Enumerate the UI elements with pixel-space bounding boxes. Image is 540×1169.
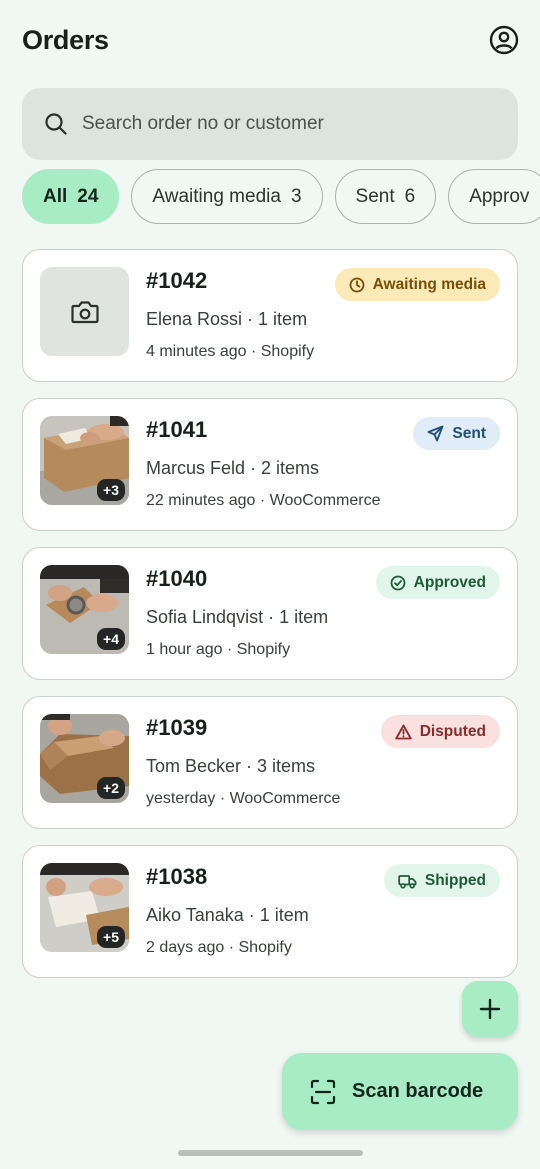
filter-chip-label: All bbox=[43, 185, 68, 207]
order-customer: Sofia Lindqvist · 1 item bbox=[146, 607, 329, 627]
filter-chip-label: Approv bbox=[469, 185, 530, 207]
order-meta: 1 hour ago · Shopify bbox=[146, 641, 291, 658]
order-number: #1040 bbox=[146, 566, 208, 591]
order-card[interactable]: +2 #1039 Tom Becker · 3 items yesterday … bbox=[22, 696, 518, 829]
status-badge: Shipped bbox=[383, 864, 500, 897]
order-photo[interactable]: +5 bbox=[40, 863, 129, 952]
account-circle-icon bbox=[489, 25, 519, 55]
scan-barcode-label: Scan barcode bbox=[352, 1080, 484, 1102]
warning-icon bbox=[394, 724, 412, 739]
order-card[interactable]: #1042 Elena Rossi · 1 item 4 minutes ago… bbox=[22, 249, 518, 382]
home-indicator[interactable] bbox=[178, 1150, 363, 1156]
order-number: #1038 bbox=[146, 864, 208, 889]
truck-icon bbox=[398, 874, 417, 889]
status-label: Shipped bbox=[424, 871, 486, 889]
search-icon bbox=[45, 113, 67, 135]
order-photo[interactable]: +4 bbox=[40, 565, 129, 654]
photo-placeholder[interactable] bbox=[40, 267, 129, 356]
status-label: Awaiting media bbox=[372, 275, 486, 293]
order-customer: Marcus Feld · 2 items bbox=[146, 458, 320, 478]
order-number: #1042 bbox=[146, 268, 208, 293]
account-button[interactable] bbox=[488, 24, 520, 56]
barcode-scan-icon bbox=[310, 1079, 336, 1104]
status-filter-chips: All 24 Awaiting media 3 Sent 6 Approv bbox=[22, 169, 540, 225]
order-meta: 22 minutes ago · WooCommerce bbox=[146, 492, 381, 509]
check-circle-icon bbox=[390, 575, 406, 590]
order-photo[interactable]: +3 bbox=[40, 416, 129, 505]
clock-icon bbox=[349, 277, 364, 292]
filter-chip-count: 6 bbox=[404, 185, 416, 207]
extra-photos-badge: +4 bbox=[97, 628, 125, 650]
filter-chip-sent[interactable]: Sent 6 bbox=[334, 169, 437, 224]
orders-screen: Orders All 24 Awaiting media 3 Sent 6 bbox=[0, 0, 540, 1169]
status-badge: Sent bbox=[413, 417, 500, 450]
order-number: #1039 bbox=[146, 715, 208, 740]
page-title: Orders bbox=[22, 24, 109, 55]
status-badge: Disputed bbox=[380, 715, 500, 748]
scan-barcode-button[interactable]: Scan barcode bbox=[282, 1053, 518, 1130]
order-photo[interactable]: +2 bbox=[40, 714, 129, 803]
app-header: Orders bbox=[22, 20, 520, 60]
order-number: #1041 bbox=[146, 417, 208, 442]
order-customer: Tom Becker · 3 items bbox=[146, 756, 316, 776]
order-customer: Elena Rossi · 1 item bbox=[146, 309, 308, 329]
status-label: Disputed bbox=[419, 722, 486, 740]
filter-chip-all[interactable]: All 24 bbox=[22, 169, 120, 224]
order-card[interactable]: +3 #1041 Marcus Feld · 2 items 22 minute… bbox=[22, 398, 518, 531]
filter-chip-count: 3 bbox=[290, 185, 302, 207]
filter-chip-awaiting-media[interactable]: Awaiting media 3 bbox=[131, 169, 323, 224]
status-badge: Awaiting media bbox=[334, 268, 500, 301]
order-card[interactable]: +4 #1040 Sofia Lindqvist · 1 item 1 hour… bbox=[22, 547, 518, 680]
extra-photos-badge: +3 bbox=[97, 479, 125, 501]
send-icon bbox=[428, 425, 444, 442]
status-label: Sent bbox=[452, 424, 486, 442]
filter-chip-approved[interactable]: Approv bbox=[448, 169, 540, 224]
order-meta: yesterday · WooCommerce bbox=[146, 790, 341, 807]
search-bar[interactable] bbox=[22, 88, 518, 160]
search-input[interactable] bbox=[82, 113, 482, 135]
extra-photos-badge: +2 bbox=[97, 777, 125, 799]
order-meta: 4 minutes ago · Shopify bbox=[146, 343, 315, 360]
order-meta: 2 days ago · Shopify bbox=[146, 939, 292, 956]
camera-icon bbox=[70, 300, 99, 323]
extra-photos-badge: +5 bbox=[97, 926, 125, 948]
status-label: Approved bbox=[413, 573, 486, 591]
filter-chip-count: 24 bbox=[77, 185, 99, 207]
plus-icon bbox=[479, 998, 501, 1020]
add-order-button[interactable] bbox=[462, 981, 518, 1037]
filter-chip-label: Awaiting media bbox=[152, 185, 281, 207]
orders-list: #1042 Elena Rossi · 1 item 4 minutes ago… bbox=[22, 249, 518, 994]
order-card[interactable]: +5 #1038 Aiko Tanaka · 1 item 2 days ago… bbox=[22, 845, 518, 978]
order-customer: Aiko Tanaka · 1 item bbox=[146, 905, 309, 925]
status-badge: Approved bbox=[375, 566, 500, 599]
filter-chip-label: Sent bbox=[355, 185, 395, 207]
